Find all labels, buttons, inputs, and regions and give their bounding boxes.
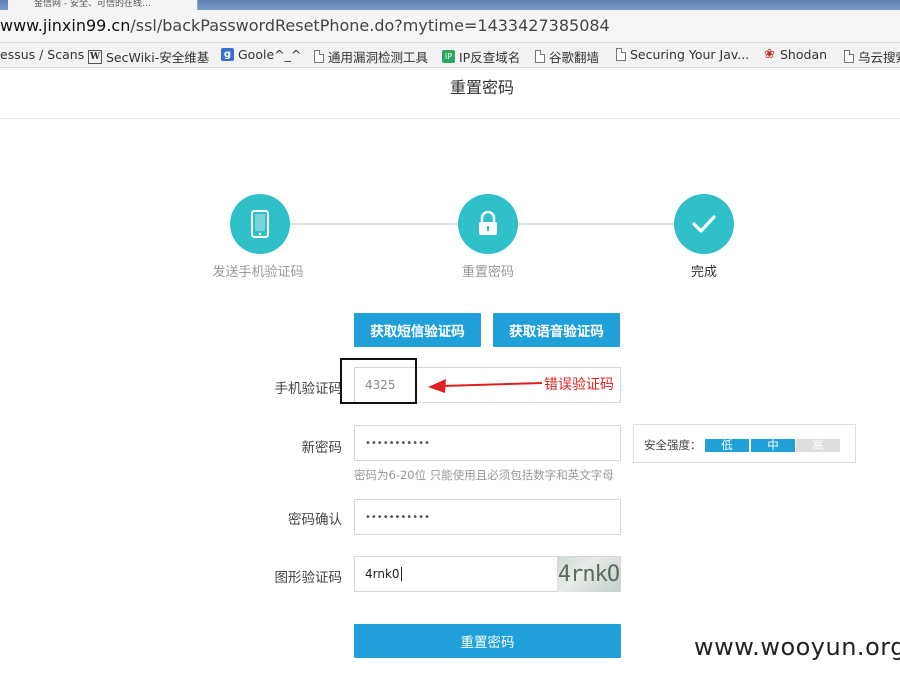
bookmark-wooyun-search[interactable]: 乌云搜索 <box>844 47 900 66</box>
annotation-arrow-icon <box>428 379 543 393</box>
step-3-circle <box>674 194 734 254</box>
bookmark-ip-lookup[interactable]: IP IP反查域名 <box>442 47 520 66</box>
lock-icon <box>479 211 497 235</box>
strength-label: 安全强度： <box>644 438 702 452</box>
text-caret <box>400 567 402 581</box>
address-bar[interactable]: www.jinxin99.cn/ssl/backPasswordResetPho… <box>0 10 900 43</box>
shodan-icon: ❀ <box>764 47 775 62</box>
confirm-password-input[interactable]: ••••••••••• <box>354 499 621 535</box>
step-2-circle <box>458 194 518 254</box>
bookmarks-bar: essus / Scans W SecWiki-安全维基 g Goole^_^ 通用… <box>0 43 900 68</box>
bookmark-goole[interactable]: g Goole^_^ <box>221 47 301 62</box>
strength-indicator: 安全强度： 低 中 高 <box>633 424 856 463</box>
step-1-label: 发送手机验证码 <box>212 265 304 280</box>
page-icon <box>314 50 324 63</box>
browser-tab[interactable]: 金信网 - 安全、可信的在线… <box>8 0 198 10</box>
strength-low: 低 <box>705 439 749 452</box>
step-2-label: 重置密码 <box>461 265 514 280</box>
strength-mid: 中 <box>751 439 795 452</box>
google-icon: g <box>221 48 234 61</box>
step-connector <box>518 223 674 225</box>
get-sms-code-button[interactable]: 获取短信验证码 <box>354 313 481 347</box>
reset-password-button[interactable]: 重置密码 <box>354 624 621 658</box>
page-title: 重置密码 <box>449 78 514 97</box>
title-divider <box>0 118 900 119</box>
page-icon <box>844 50 854 63</box>
annotation-box <box>340 358 417 404</box>
new-password-label: 新密码 <box>301 440 343 456</box>
annotation-text: 错误验证码 <box>544 377 614 393</box>
strength-high: 高 <box>796 439 840 452</box>
tab-strip: 金信网 - 安全、可信的在线… <box>0 0 900 10</box>
step-connector <box>290 223 458 225</box>
bookmark-shodan[interactable]: ❀ Shodan <box>763 47 827 62</box>
phone-icon <box>251 210 269 238</box>
bookmark-secwiki[interactable]: W SecWiki-安全维基 <box>88 47 209 66</box>
bookmark-nessus[interactable]: essus / Scans <box>0 47 84 62</box>
step-1-circle <box>230 194 290 254</box>
bookmark-securing-java[interactable]: Securing Your Jav... <box>616 47 749 62</box>
url-text[interactable]: www.jinxin99.cn/ssl/backPasswordResetPho… <box>0 16 610 35</box>
confirm-password-label: 密码确认 <box>288 512 342 528</box>
check-icon <box>692 215 716 233</box>
captcha-image[interactable]: 4rnkO <box>557 557 620 592</box>
password-hint: 密码为6-20位 只能使用且必须包括数字和英文字母 <box>354 468 614 482</box>
w-icon: W <box>88 49 102 64</box>
watermark: www.wooyun.org <box>694 633 900 661</box>
captcha-label: 图形验证码 <box>274 570 343 586</box>
step-3-label: 完成 <box>690 265 717 280</box>
bookmark-google-proxy[interactable]: 谷歌翻墙 <box>535 47 599 66</box>
ip-icon: IP <box>442 50 455 63</box>
bookmark-vuln-tool[interactable]: 通用漏洞检测工具 <box>314 47 428 66</box>
page-icon <box>616 48 626 61</box>
sms-code-label: 手机验证码 <box>274 381 343 397</box>
page-icon <box>535 50 545 63</box>
get-voice-code-button[interactable]: 获取语音验证码 <box>493 313 620 347</box>
new-password-input[interactable]: ••••••••••• <box>354 425 621 461</box>
